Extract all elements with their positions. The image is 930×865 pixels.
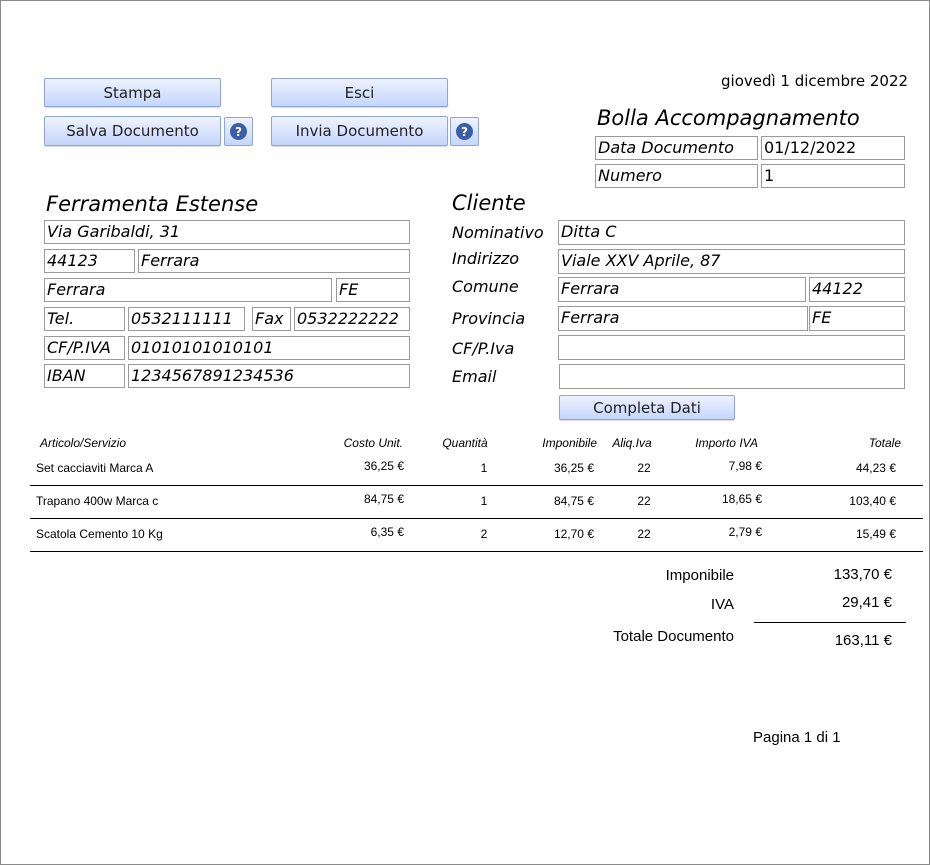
company-province-field[interactable]: FE	[336, 278, 410, 302]
taxable-total-label: Imponibile	[665, 567, 734, 584]
table-row-1-unit-cost: 36,25 €	[363, 459, 404, 473]
row-divider	[30, 551, 923, 552]
current-date: giovedì 1 dicembre 2022	[721, 72, 909, 90]
col-header-vat-amount: Importo IVA	[695, 436, 758, 450]
table-row-2-total: 103,40 €	[849, 494, 896, 508]
send-help-button[interactable]: ?	[450, 117, 479, 146]
table-row-1-total: 44,23 €	[855, 461, 896, 475]
company-name: Ferramenta Estense	[46, 192, 259, 216]
client-vat-field[interactable]	[558, 335, 905, 360]
company-city-field[interactable]: Ferrara	[138, 249, 410, 273]
company-vat-label: CF/P.IVA	[44, 336, 125, 360]
totals-divider	[754, 622, 906, 623]
document-date-field[interactable]: 01/12/2022	[761, 136, 905, 160]
complete-data-button[interactable]: Completa Dati	[559, 395, 735, 420]
client-vat-label: CF/P.Iva	[452, 339, 515, 358]
client-cap-field[interactable]: 44122	[809, 277, 905, 302]
client-comune-label: Comune	[452, 277, 519, 296]
page-number: Pagina 1 di 1	[753, 729, 841, 746]
table-row-1-vat-amount: 7,98 €	[728, 459, 762, 473]
client-province-code-field[interactable]: FE	[809, 306, 905, 331]
client-address-field[interactable]: Viale XXV Aprile, 87	[558, 249, 905, 274]
col-header-item: Articolo/Servizio	[40, 436, 127, 450]
client-province-label: Provincia	[452, 309, 526, 328]
client-name-field[interactable]: Ditta C	[558, 220, 905, 245]
company-comune-field[interactable]: Ferrara	[44, 278, 332, 302]
table-row-2-taxable: 84,75 €	[553, 494, 594, 508]
col-header-quantity: Quantità	[442, 436, 488, 450]
company-iban-label: IBAN	[44, 364, 125, 388]
col-header-taxable: Imponibile	[542, 436, 597, 450]
document-number-label: Numero	[595, 164, 758, 188]
print-button[interactable]: Stampa	[44, 78, 221, 107]
company-address-field[interactable]: Via Garibaldi, 31	[44, 220, 410, 244]
send-document-button[interactable]: Invia Documento	[271, 116, 448, 146]
row-divider	[30, 518, 923, 519]
client-comune-field[interactable]: Ferrara	[558, 277, 806, 302]
table-row-1-taxable: 36,25 €	[553, 461, 594, 475]
save-document-button[interactable]: Salva Documento	[44, 116, 221, 146]
client-name-label: Nominativo	[452, 223, 544, 242]
company-tel-label: Tel.	[44, 307, 125, 331]
col-header-unit-cost: Costo Unit.	[343, 436, 403, 450]
col-header-vat-rate: Aliq.Iva	[612, 436, 652, 450]
save-help-button[interactable]: ?	[224, 117, 253, 146]
help-icon: ?	[456, 123, 473, 140]
table-row-1-item: Set cacciaviti Marca A	[36, 461, 154, 475]
client-address-label: Indirizzo	[452, 249, 520, 268]
document-total-label: Totale Documento	[613, 628, 734, 645]
exit-button[interactable]: Esci	[271, 78, 448, 107]
table-row-3-item: Scatola Cemento 10 Kg	[36, 527, 163, 541]
table-row-2-vat-amount: 18,65 €	[721, 492, 762, 506]
client-province-field[interactable]: Ferrara	[558, 306, 808, 331]
company-fax-label: Fax	[252, 307, 291, 331]
table-row-3-vat-amount: 2,79 €	[728, 525, 762, 539]
vat-total-label: IVA	[710, 596, 734, 613]
table-row-3-unit-cost: 6,35 €	[370, 525, 404, 539]
table-row-2-unit-cost: 84,75 €	[363, 492, 404, 506]
document-date-label: Data Documento	[595, 136, 758, 160]
col-header-total: Totale	[868, 436, 901, 450]
client-email-label: Email	[452, 367, 497, 386]
document-total-value: 163,11 €	[834, 632, 892, 649]
taxable-total-value: 133,70 €	[833, 566, 892, 583]
help-icon: ?	[230, 123, 247, 140]
company-vat-field[interactable]: 01010101010101	[128, 336, 410, 360]
company-cap-field[interactable]: 44123	[44, 249, 135, 273]
company-iban-field[interactable]: 1234567891234536	[128, 364, 410, 388]
table-row-2-item: Trapano 400w Marca c	[36, 494, 159, 508]
client-email-field[interactable]	[559, 364, 905, 389]
table-row-3-total: 15,49 €	[855, 527, 896, 541]
document-title: Bolla Accompagnamento	[597, 106, 860, 130]
client-title: Cliente	[452, 191, 526, 215]
document-number-field[interactable]: 1	[761, 164, 905, 188]
company-fax-field[interactable]: 0532222222	[294, 307, 410, 331]
table-row-3-taxable: 12,70 €	[553, 527, 594, 541]
company-tel-field[interactable]: 0532111111	[128, 307, 245, 331]
row-divider	[30, 485, 923, 486]
vat-total-value: 29,41 €	[841, 594, 892, 611]
